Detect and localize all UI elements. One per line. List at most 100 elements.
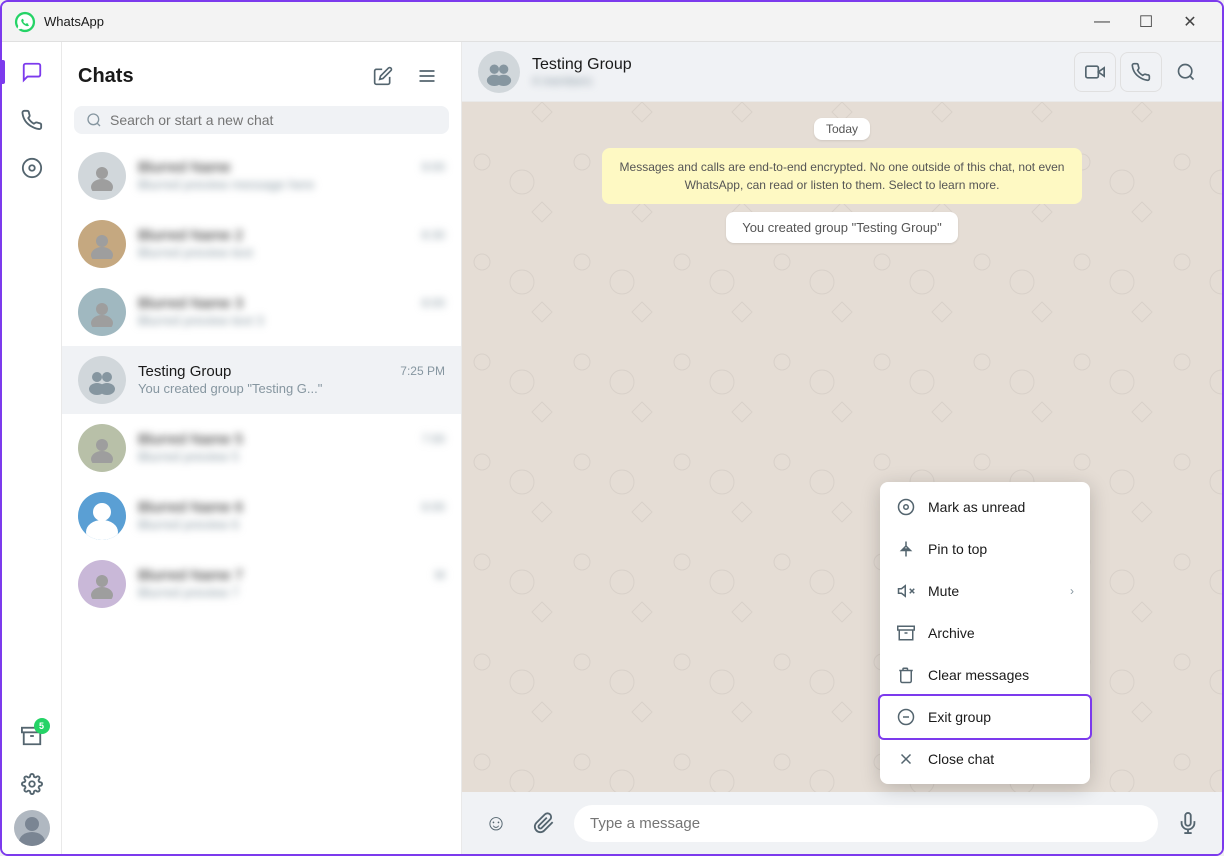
submenu-arrow: › xyxy=(1070,584,1074,598)
menu-label: Clear messages xyxy=(928,667,1029,683)
chat-preview: You created group "Testing G..." xyxy=(138,381,322,396)
app-window: WhatsApp — ☐ ✕ xyxy=(0,0,1224,856)
chat-item[interactable]: Blurred Name 5 7:00 Blurred preview 5 xyxy=(62,414,461,482)
chat-info: Blurred Name 5 7:00 Blurred preview 5 xyxy=(138,431,445,466)
chat-messages: Today Messages and calls are end-to-end … xyxy=(462,102,1222,792)
chat-header-status: 4 members xyxy=(532,74,1062,88)
video-call-button[interactable] xyxy=(1074,52,1116,92)
chat-item[interactable]: Blurred Name 9:00 Blurred preview messag… xyxy=(62,142,461,210)
chat-header-info[interactable]: Testing Group 4 members xyxy=(532,56,1062,88)
chat-preview: Blurred preview 6 xyxy=(138,517,239,532)
menu-item-exit-group[interactable]: Exit group xyxy=(880,696,1090,738)
chat-item[interactable]: Blurred Name 7 M Blurred preview 7 xyxy=(62,550,461,618)
chat-item[interactable]: Blurred Name 3 8:00 Blurred preview text… xyxy=(62,278,461,346)
menu-item-mute[interactable]: Mute › xyxy=(880,570,1090,612)
context-menu: Mark as unread Pin to top xyxy=(880,482,1090,784)
avatar xyxy=(78,492,126,540)
menu-label: Archive xyxy=(928,625,975,641)
chat-time: M xyxy=(435,568,445,582)
search-bar[interactable] xyxy=(74,106,449,134)
user-avatar[interactable] xyxy=(14,810,50,846)
filter-button[interactable] xyxy=(409,58,445,94)
chat-list-panel: Chats xyxy=(62,42,462,854)
avatar xyxy=(78,424,126,472)
menu-item-close-chat[interactable]: Close chat xyxy=(880,738,1090,780)
system-message: You created group "Testing Group" xyxy=(726,212,958,243)
chat-time: 7:00 xyxy=(422,432,445,446)
mute-icon xyxy=(896,581,916,601)
testing-group-chat-item[interactable]: Testing Group 7:25 PM You created group … xyxy=(62,346,461,414)
chat-info: Blurred Name 2 8:30 Blurred preview text xyxy=(138,227,445,262)
mark-icon xyxy=(896,497,916,517)
chat-item[interactable]: Blurred Name 6 6:00 Blurred preview 6 xyxy=(62,482,461,550)
pin-icon xyxy=(896,539,916,559)
chat-time: 8:00 xyxy=(422,296,445,310)
nav-sidebar: 5 xyxy=(2,42,62,854)
nav-archive[interactable]: 5 xyxy=(10,714,54,758)
chat-time: 6:00 xyxy=(422,500,445,514)
chat-name: Blurred Name 6 xyxy=(138,499,243,516)
app-icon xyxy=(14,11,36,33)
chat-name: Blurred Name 7 xyxy=(138,567,243,584)
minimize-button[interactable]: — xyxy=(1082,6,1122,38)
search-messages-button[interactable] xyxy=(1166,52,1206,92)
menu-label: Mark as unread xyxy=(928,499,1025,515)
encryption-notice: Messages and calls are end-to-end encryp… xyxy=(602,148,1082,204)
clear-icon xyxy=(896,665,916,685)
chat-list-icons xyxy=(365,58,445,94)
message-input[interactable] xyxy=(574,805,1158,842)
chat-name: Blurred Name 5 xyxy=(138,431,243,448)
emoji-button[interactable]: ☺ xyxy=(478,805,514,841)
chat-header-name: Testing Group xyxy=(532,56,1062,74)
nav-chats[interactable] xyxy=(10,50,54,94)
header-group-icon xyxy=(485,58,513,86)
voice-message-button[interactable] xyxy=(1170,805,1206,841)
avatar xyxy=(78,220,126,268)
menu-item-archive[interactable]: Archive xyxy=(880,612,1090,654)
chat-header-actions xyxy=(1074,52,1206,92)
chat-info: Blurred Name 9:00 Blurred preview messag… xyxy=(138,159,445,194)
close-button[interactable]: ✕ xyxy=(1170,6,1210,38)
date-divider: Today xyxy=(814,118,870,140)
voice-call-button[interactable] xyxy=(1120,52,1162,92)
exit-icon xyxy=(896,707,916,727)
menu-item-mark-unread[interactable]: Mark as unread xyxy=(880,486,1090,528)
chat-header-avatar[interactable] xyxy=(478,51,520,93)
chat-time: 9:00 xyxy=(422,160,445,174)
maximize-button[interactable]: ☐ xyxy=(1126,6,1166,38)
chat-preview: Blurred preview text xyxy=(138,245,253,260)
chat-list-title: Chats xyxy=(78,65,134,88)
nav-settings[interactable] xyxy=(10,762,54,806)
menu-label: Pin to top xyxy=(928,541,987,557)
group-avatar xyxy=(78,356,126,404)
chat-preview: Blurred preview message here xyxy=(138,177,314,192)
close-chat-icon xyxy=(896,749,916,769)
menu-label: Exit group xyxy=(928,709,991,725)
chat-info: Testing Group 7:25 PM You created group … xyxy=(138,363,445,398)
attach-button[interactable] xyxy=(526,805,562,841)
chat-preview: Blurred preview 5 xyxy=(138,449,239,464)
chat-name: Blurred Name xyxy=(138,159,231,176)
chat-time: 7:25 PM xyxy=(400,364,445,378)
group-icon xyxy=(87,365,117,395)
chat-info: Blurred Name 3 8:00 Blurred preview text… xyxy=(138,295,445,330)
window-controls: — ☐ ✕ xyxy=(1082,6,1210,38)
chat-item[interactable]: Blurred Name 2 8:30 Blurred preview text xyxy=(62,210,461,278)
chat-header: Testing Group 4 members xyxy=(462,42,1222,102)
compose-button[interactable] xyxy=(365,58,401,94)
chat-time: 8:30 xyxy=(422,228,445,242)
menu-item-pin-to-top[interactable]: Pin to top xyxy=(880,528,1090,570)
nav-status[interactable] xyxy=(10,146,54,190)
avatar xyxy=(78,288,126,336)
menu-label: Mute xyxy=(928,583,959,599)
search-input[interactable] xyxy=(110,112,437,128)
chat-name: Blurred Name 3 xyxy=(138,295,243,312)
avatar xyxy=(78,560,126,608)
chat-preview: Blurred preview 7 xyxy=(138,585,239,600)
app-body: 5 Chats xyxy=(2,42,1222,854)
chat-info: Blurred Name 6 6:00 Blurred preview 6 xyxy=(138,499,445,534)
chat-list-header: Chats xyxy=(62,42,461,102)
menu-item-clear-messages[interactable]: Clear messages xyxy=(880,654,1090,696)
nav-calls[interactable] xyxy=(10,98,54,142)
chat-preview: Blurred preview text 3 xyxy=(138,313,264,328)
